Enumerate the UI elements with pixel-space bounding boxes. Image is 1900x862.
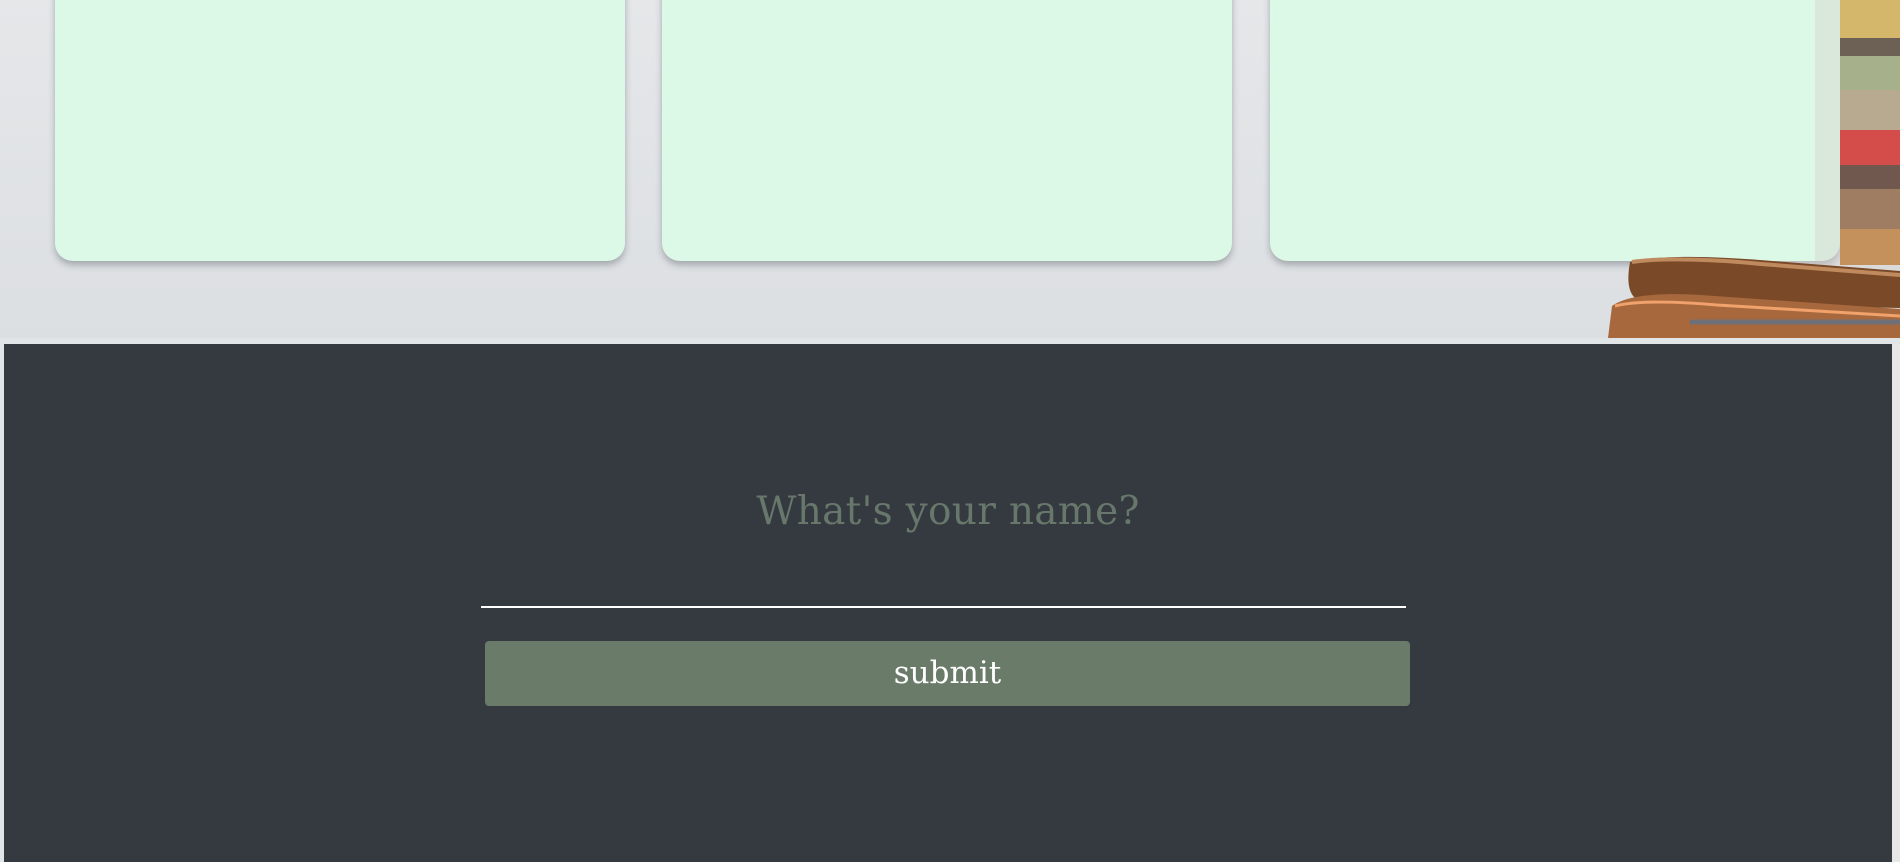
page: What's your name? submit [0,0,1900,862]
name-prompt: What's your name? [756,489,1140,534]
submit-button[interactable]: submit [485,641,1410,706]
cards-section [0,0,1900,338]
right-gutter [1892,344,1900,862]
content-card-1 [55,0,625,261]
name-input[interactable] [481,550,1406,608]
content-card-3 [1270,0,1840,261]
content-card-2 [662,0,1232,261]
